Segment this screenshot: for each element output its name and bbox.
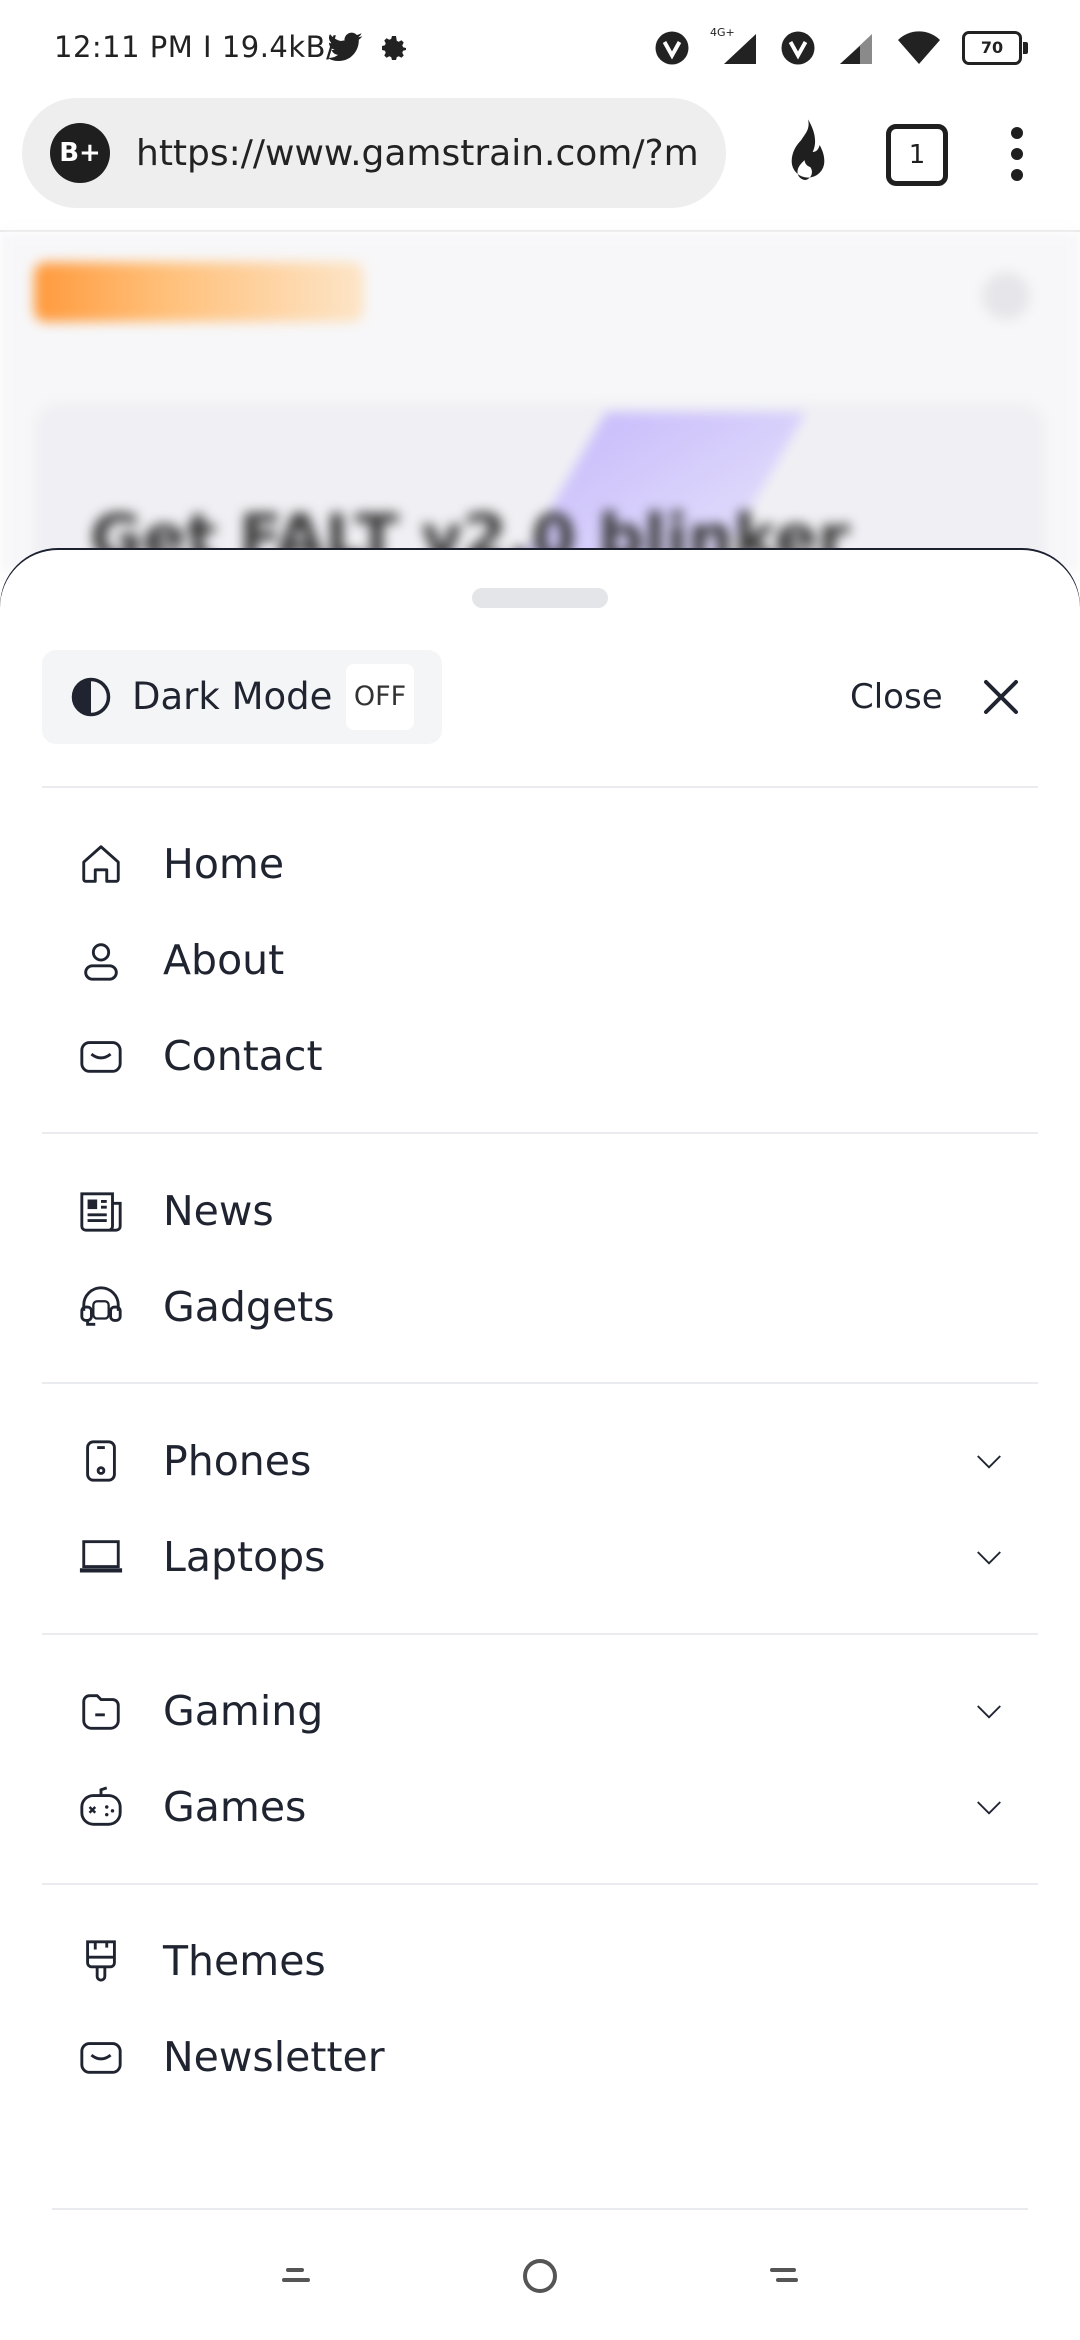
menu-label: Laptops [163, 1533, 326, 1581]
menu-label: Gaming [163, 1687, 324, 1735]
menu-item-news[interactable]: News [42, 1166, 1038, 1256]
vpn-v-icon-2 [781, 31, 815, 65]
divider [42, 1633, 1038, 1635]
status-bar: 12:11 PM I 19.4kB/s 4G+ 70 [0, 0, 1080, 96]
address-bar[interactable]: B+ https://www.gamstrain.com/?m [22, 98, 726, 208]
menu-label: About [163, 936, 285, 984]
background-page: Get FALT v2.0 blinker [0, 232, 1080, 572]
home-circle-icon[interactable] [520, 2256, 560, 2296]
menu-label: Gadgets [163, 1283, 335, 1331]
divider [42, 1382, 1038, 1384]
menu-label: Themes [163, 1937, 326, 1985]
phone-icon [86, 1440, 116, 1482]
signal-icon [840, 34, 872, 64]
home-icon [82, 845, 120, 883]
settings-gear-icon [382, 36, 406, 60]
status-separator: I [203, 30, 222, 64]
menu-label: Home [163, 840, 285, 888]
url-text[interactable]: https://www.gamstrain.com/?m [136, 124, 716, 184]
back-icon[interactable] [768, 2264, 800, 2288]
menu-label: Newsletter [163, 2033, 385, 2081]
divider [42, 1132, 1038, 1134]
tab-switcher-button[interactable]: 1 [886, 124, 948, 186]
contrast-icon [71, 677, 111, 717]
menu-label: Phones [163, 1437, 312, 1485]
menu-bottom-sheet: Dark Mode OFF Close Home About Contact N… [0, 550, 1080, 2340]
wifi-icon [898, 31, 940, 64]
close-icon [983, 680, 1018, 714]
chevron-down-icon[interactable] [972, 1696, 1006, 1726]
chevron-down-icon[interactable] [972, 1542, 1006, 1572]
divider [52, 2208, 1028, 2210]
status-app-icons [326, 26, 410, 70]
divider [42, 1883, 1038, 1885]
laptop-icon [79, 1540, 123, 1573]
menu-item-phones[interactable]: Phones [42, 1416, 1038, 1506]
fire-icon[interactable] [780, 116, 836, 188]
status-system-icons: 4G+ 70 [654, 26, 1028, 70]
menu-item-newsletter[interactable]: Newsletter [42, 2012, 1038, 2102]
user-icon [84, 943, 118, 981]
headset-icon [80, 1286, 122, 1326]
dark-mode-state[interactable]: OFF [346, 664, 414, 730]
mail-icon [80, 1041, 122, 1073]
dark-mode-label: Dark Mode [132, 675, 333, 718]
paint-roller-icon [86, 1940, 116, 1982]
chevron-down-icon[interactable] [972, 1446, 1006, 1476]
system-navigation-bar [0, 2208, 1080, 2340]
menu-label: Games [163, 1783, 307, 1831]
divider [42, 786, 1038, 788]
signal-4g-icon: 4G+ [710, 26, 760, 66]
mail-icon [80, 2042, 122, 2074]
gamepad-icon [80, 1786, 122, 1826]
menu-item-laptops[interactable]: Laptops [42, 1512, 1038, 1602]
search-icon [982, 272, 1030, 320]
recent-apps-icon[interactable] [280, 2264, 312, 2288]
menu-item-about[interactable]: About [42, 915, 1038, 1005]
status-time-and-speed: 12:11 PM I 19.4kB/s [54, 30, 352, 64]
network-type: 4G+ [710, 26, 735, 39]
site-logo [34, 262, 364, 322]
close-label: Close [850, 677, 943, 717]
site-badge-icon[interactable]: B+ [50, 123, 110, 183]
twitter-icon [327, 32, 363, 61]
menu-item-gaming[interactable]: Gaming [42, 1666, 1038, 1756]
browser-toolbar: B+ https://www.gamstrain.com/?m 1 [0, 96, 1080, 232]
battery-icon: 70 [962, 31, 1028, 65]
dark-mode-toggle[interactable]: Dark Mode OFF [42, 650, 442, 744]
menu-item-gadgets[interactable]: Gadgets [42, 1262, 1038, 1352]
more-options-icon[interactable] [1010, 126, 1024, 182]
newspaper-icon [80, 1192, 122, 1232]
menu-label: Contact [163, 1032, 323, 1080]
chevron-down-icon[interactable] [972, 1792, 1006, 1822]
menu-item-themes[interactable]: Themes [42, 1916, 1038, 2006]
close-button[interactable]: Close [850, 650, 1021, 744]
menu-label: News [163, 1187, 274, 1235]
vpn-v-icon [655, 31, 689, 65]
menu-item-contact[interactable]: Contact [42, 1011, 1038, 1101]
folder-icon [82, 1694, 120, 1730]
sheet-drag-handle[interactable] [472, 588, 608, 608]
menu-item-games[interactable]: Games [42, 1762, 1038, 1852]
menu-item-home[interactable]: Home [42, 819, 1038, 909]
status-time: 12:11 PM [54, 30, 194, 64]
battery-level: 70 [980, 38, 1004, 57]
